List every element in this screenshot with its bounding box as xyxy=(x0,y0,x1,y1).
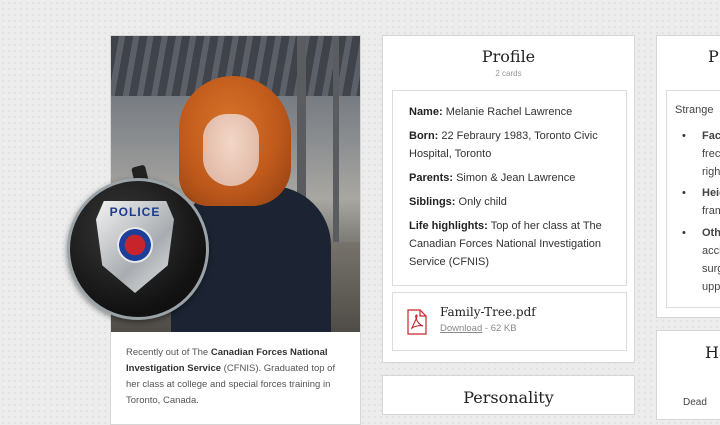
field-born: Born: 22 Febraury 1983, Toronto Civic Ho… xyxy=(409,130,598,160)
file-size: - 62 KB xyxy=(482,323,517,334)
history-title: Ha xyxy=(705,343,720,362)
profile-card: Profile 2 cards Name: Melanie Rachel Law… xyxy=(382,35,635,363)
physical-title: P xyxy=(708,47,719,66)
character-description: Recently out of The Canadian Forces Nati… xyxy=(126,347,336,406)
field-name: Name: Melanie Rachel Lawrence xyxy=(409,106,573,118)
physical-details: Strange • Face frec righ • Heig fram • O… xyxy=(666,90,720,308)
profile-card-count: 2 cards xyxy=(495,69,522,78)
profile-title: Profile xyxy=(481,47,536,66)
file-meta: Download - 62 KB xyxy=(440,323,517,334)
field-parents: Parents: Simon & Jean Lawrence xyxy=(409,172,576,184)
file-attachment: Family-Tree.pdf Download - 62 KB xyxy=(392,292,627,351)
personality-card: Personality xyxy=(382,375,635,415)
physical-card: P Strange • Face frec righ • Heig fram •… xyxy=(656,35,720,318)
police-badge-icon: POLICE xyxy=(67,178,209,320)
profile-details: Name: Melanie Rachel Lawrence Born: 22 F… xyxy=(392,90,627,286)
history-card: Ha Dead xyxy=(656,330,720,420)
pdf-icon xyxy=(407,309,427,335)
file-name: Family-Tree.pdf xyxy=(440,305,536,319)
personality-title: Personality xyxy=(463,388,554,407)
download-link[interactable]: Download xyxy=(440,323,482,334)
field-siblings: Siblings: Only child xyxy=(409,196,507,208)
field-life-highlights: Life highlights: Top of her class at The… xyxy=(409,220,602,268)
